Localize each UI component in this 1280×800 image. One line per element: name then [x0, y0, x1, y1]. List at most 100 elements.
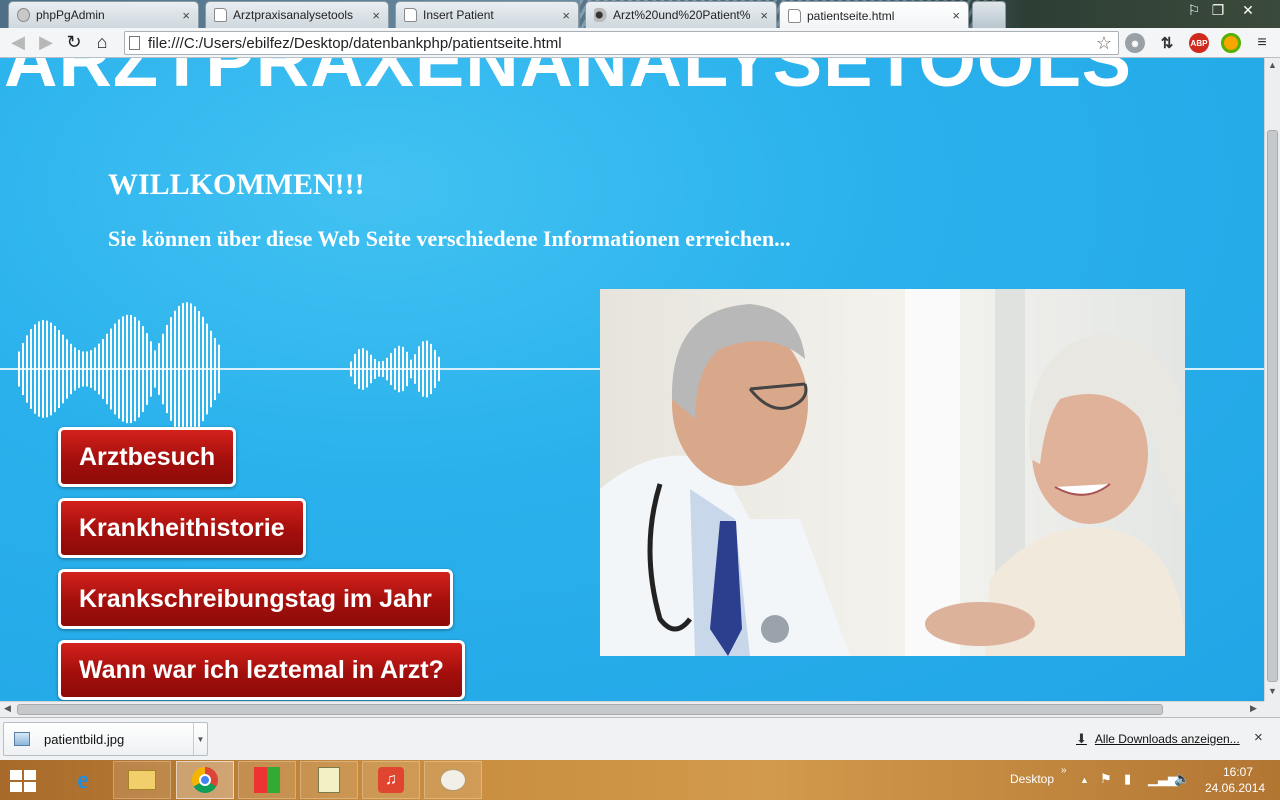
tasks-app-icon[interactable] [300, 761, 358, 799]
window-restore-icon[interactable]: ❐ [1208, 2, 1228, 19]
show-all-downloads-label: Alle Downloads anzeigen... [1094, 732, 1240, 746]
clock-date[interactable]: 24.06.2014 [1205, 781, 1265, 795]
waveform-bar [382, 360, 384, 378]
tab-insert-patient[interactable]: Insert Patient × [395, 1, 579, 28]
tab-close-icon[interactable]: × [372, 8, 380, 23]
waveform-bar [66, 339, 68, 399]
scroll-left-icon[interactable]: ◀ [4, 703, 11, 714]
paint-app-icon[interactable] [424, 761, 482, 799]
music-app-icon[interactable]: ♫ [362, 761, 420, 799]
vertical-scrollbar[interactable]: ▲ ▼ [1264, 58, 1280, 701]
waveform-bar [26, 335, 28, 403]
window-close-icon[interactable]: ✕ [1238, 2, 1258, 19]
arztbesuch-button[interactable]: Arztbesuch [58, 427, 237, 487]
waveform-bar [94, 347, 96, 391]
close-download-shelf-icon[interactable]: × [1254, 729, 1263, 746]
krankheithistorie-button[interactable]: Krankheithistorie [58, 498, 306, 558]
waveform-bar [110, 328, 112, 410]
waveform-bar [158, 343, 160, 395]
waveform-bar [350, 361, 352, 377]
waveform-bar [186, 302, 188, 436]
scroll-up-icon[interactable]: ▲ [1268, 60, 1277, 70]
download-arrow-icon: ⬇ [1076, 731, 1087, 746]
tab-close-icon[interactable]: × [760, 8, 768, 23]
welcome-heading: WILLKOMMEN!!! [108, 168, 365, 201]
waveform-bar [218, 344, 220, 394]
chrome-icon[interactable] [176, 761, 234, 799]
tab-close-icon[interactable]: × [952, 8, 960, 23]
tab-arztpraxisanalysetools[interactable]: Arztpraxisanalysetools × [205, 1, 389, 28]
internet-explorer-icon[interactable]: e [54, 761, 112, 799]
desktop-toolbar-label[interactable]: Desktop [1010, 772, 1054, 786]
tab-label: Arztpraxisanalysetools [233, 8, 354, 22]
office-app-icon[interactable] [238, 761, 296, 799]
power-icon[interactable]: ▮ [1124, 771, 1131, 787]
tab-close-icon[interactable]: × [182, 8, 190, 23]
download-shelf: patientbild.jpg ▼ ⬇ Alle Downloads anzei… [0, 717, 1280, 760]
tab-label: Insert Patient [423, 8, 494, 22]
waveform-bar [206, 323, 208, 415]
browser-toolbar: ◀ ▶ ↻ ⌂ file:///C:/Users/ebilfez/Desktop… [0, 28, 1280, 58]
waveform-bar [354, 353, 356, 385]
waveform-bar [142, 326, 144, 412]
show-all-downloads-link[interactable]: ⬇ Alle Downloads anzeigen... [1076, 731, 1240, 747]
waveform-bar [118, 319, 120, 419]
page-favicon-icon [404, 8, 417, 22]
reload-icon[interactable]: ↻ [60, 29, 88, 57]
action-center-flag-icon[interactable]: ⚑ [1100, 771, 1112, 787]
waveform-bar [198, 311, 200, 427]
waveform-bar [102, 338, 104, 400]
waveform-bar [370, 354, 372, 384]
download-item[interactable]: patientbild.jpg ▼ [3, 722, 208, 756]
download-manager-icon[interactable]: ⇅ [1157, 33, 1177, 53]
adblock-icon[interactable]: ABP [1189, 33, 1209, 53]
file-explorer-icon[interactable] [113, 761, 171, 799]
extension-ring-icon[interactable] [1221, 33, 1241, 53]
waveform-bar [398, 345, 400, 393]
letzter-arztbesuch-button[interactable]: Wann war ich leztemal in Arzt? [58, 640, 465, 700]
address-bar[interactable]: file:///C:/Users/ebilfez/Desktop/datenba… [124, 31, 1119, 55]
waveform-bar [18, 351, 20, 387]
scroll-down-icon[interactable]: ▼ [1268, 686, 1277, 696]
waveform-bar [406, 351, 408, 387]
waveform-bar [138, 320, 140, 418]
waveform-bar [426, 340, 428, 398]
waveform-bar [78, 350, 80, 388]
waveform-bar [374, 358, 376, 380]
windows-start-icon[interactable] [10, 770, 38, 792]
toolbar-expand-icon[interactable]: » [1061, 765, 1067, 776]
tab-patientseite[interactable]: patientseite.html × [779, 1, 969, 28]
menu-icon[interactable]: ≡ [1252, 33, 1272, 53]
extension-shield-icon[interactable]: ◉ [1125, 33, 1145, 53]
page-icon [129, 36, 140, 50]
window-user-icon[interactable]: ⚐ [1184, 2, 1204, 19]
tab-label: Arzt%20und%20Patient% [613, 8, 751, 22]
clock-time[interactable]: 16:07 [1217, 765, 1259, 779]
horizontal-scroll-thumb[interactable] [17, 704, 1163, 715]
bookmark-star-icon[interactable]: ☆ [1096, 33, 1112, 54]
waveform-bar [178, 305, 180, 433]
volume-icon[interactable]: 🔈 [1174, 771, 1190, 787]
waveform-bar [182, 303, 184, 435]
waveform-bar [74, 347, 76, 391]
url-text[interactable]: file:///C:/Users/ebilfez/Desktop/datenba… [148, 35, 1096, 52]
waveform-bar [70, 343, 72, 395]
waveform-bar [430, 343, 432, 395]
vertical-scroll-thumb[interactable] [1267, 130, 1278, 682]
download-menu-chevron-icon[interactable]: ▼ [193, 723, 207, 755]
krankschreibungstag-button[interactable]: Krankschreibungstag im Jahr [58, 569, 453, 629]
back-arrow-icon[interactable]: ◀ [4, 29, 32, 57]
home-icon[interactable]: ⌂ [88, 29, 116, 57]
horizontal-scrollbar[interactable]: ◀ ▶ [0, 701, 1264, 717]
scroll-right-icon[interactable]: ▶ [1250, 703, 1257, 714]
tab-close-icon[interactable]: × [562, 8, 570, 23]
tab-arzt-und-patient[interactable]: Arzt%20und%20Patient% × [585, 1, 777, 28]
waveform-bar [362, 348, 364, 390]
tray-overflow-icon[interactable]: ▲ [1080, 775, 1089, 785]
tab-phppgadmin[interactable]: phpPgAdmin × [8, 1, 199, 28]
waveform-bar [438, 356, 440, 382]
forward-arrow-icon[interactable]: ▶ [32, 29, 60, 57]
doctor-patient-photo [600, 289, 1185, 656]
browser-tab-strip: phpPgAdmin × Arztpraxisanalysetools × In… [0, 0, 1280, 28]
new-tab-button[interactable] [972, 1, 1006, 28]
